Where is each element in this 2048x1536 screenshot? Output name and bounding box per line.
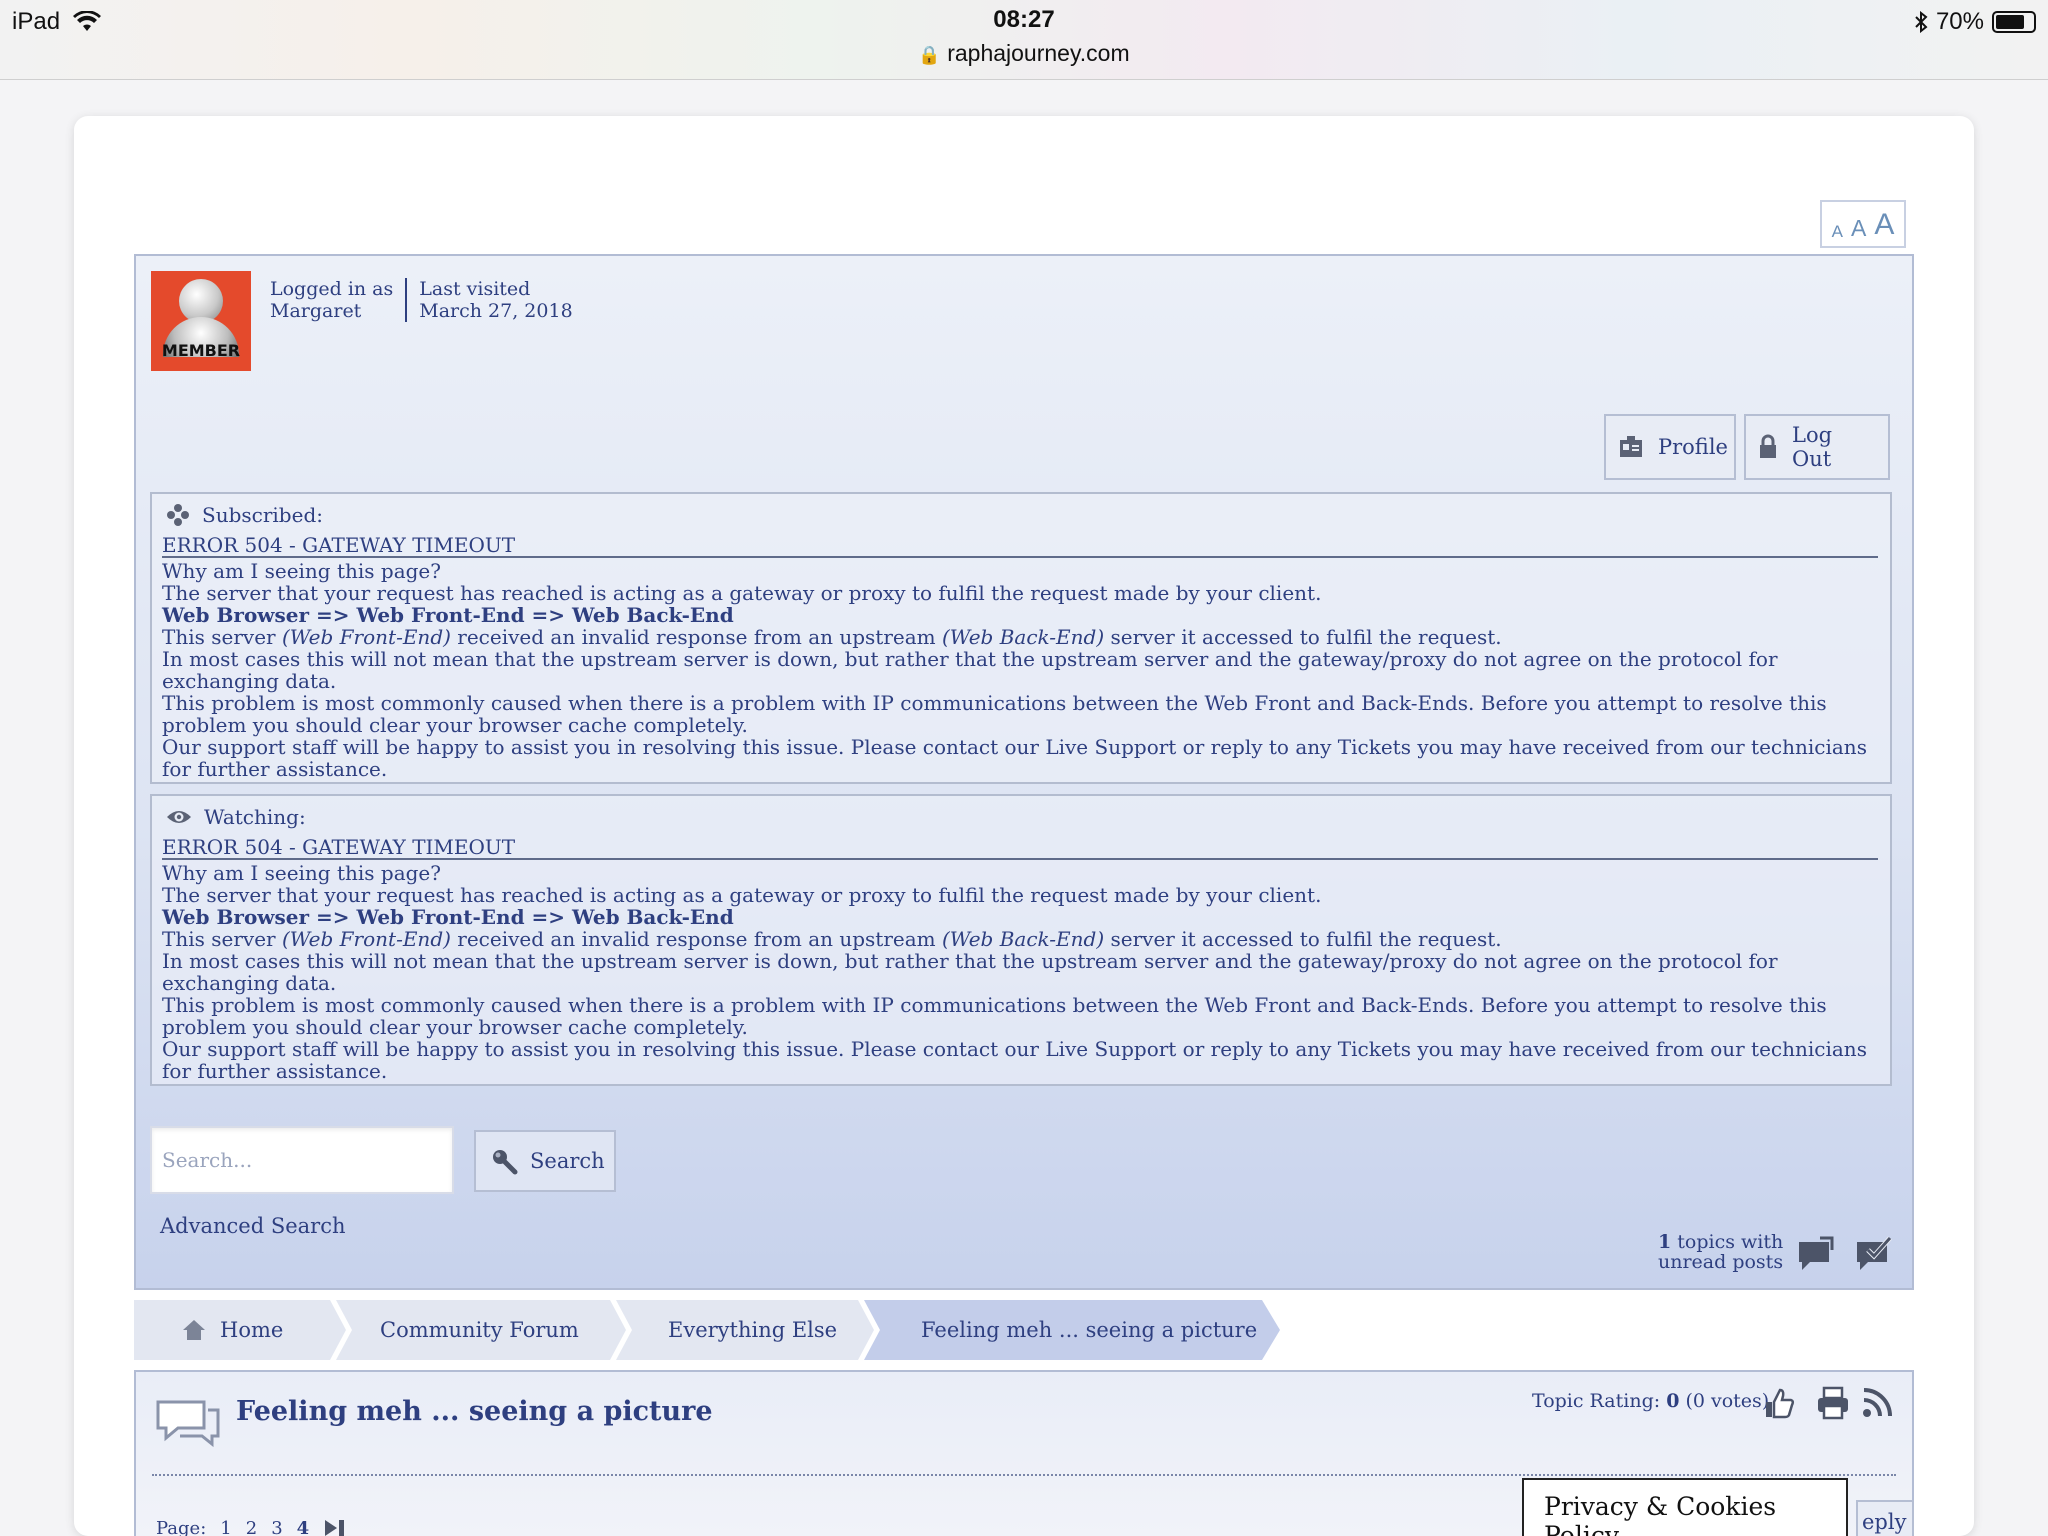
unread-topics[interactable]: 1 topics with unread posts xyxy=(1658,1232,1783,1272)
print-icon[interactable] xyxy=(1816,1386,1850,1420)
rss-feed-icon[interactable] xyxy=(1860,1386,1894,1420)
home-icon xyxy=(183,1320,205,1340)
battery-percent: 70% xyxy=(1935,8,1984,35)
clock: 08:27 xyxy=(993,6,1055,33)
notice-title[interactable]: ERROR 504 - GATEWAY TIMEOUT xyxy=(162,534,1878,558)
notice-question: Why am I seeing this page? xyxy=(162,861,441,885)
url-bar[interactable]: 🔒 raphajourney.com xyxy=(0,40,2048,67)
avatar-label: MEMBER xyxy=(161,341,241,360)
last-page-icon[interactable] xyxy=(323,1518,349,1536)
id-card-icon xyxy=(1620,436,1642,457)
notice-line: The server that your request has reached… xyxy=(162,883,1322,907)
search-button-label: Search xyxy=(530,1149,605,1173)
notice-line: This server (Web Front-End) received an … xyxy=(162,927,1502,951)
lock-icon xyxy=(1760,434,1776,458)
breadcrumb: Home Community Forum Everything Else Fee… xyxy=(134,1300,1334,1360)
page-link[interactable]: 1 xyxy=(220,1518,231,1536)
watching-label: Watching: xyxy=(204,805,306,829)
notice-line: This problem is most commonly caused whe… xyxy=(162,993,1827,1039)
page-link[interactable]: 2 xyxy=(246,1518,257,1536)
notice-flow: Web Browser => Web Front-End => Web Back… xyxy=(162,603,734,627)
profile-label: Profile xyxy=(1658,435,1728,459)
page-link[interactable]: 3 xyxy=(271,1518,282,1536)
unread-count: 1 xyxy=(1658,1231,1672,1253)
notice-title[interactable]: ERROR 504 - GATEWAY TIMEOUT xyxy=(162,836,1878,860)
topic-chat-icon xyxy=(156,1400,220,1448)
topic-title: Feeling meh ... seeing a picture xyxy=(236,1396,713,1427)
advanced-search-link[interactable]: Advanced Search xyxy=(160,1214,345,1238)
logged-in-label: Logged in as xyxy=(270,278,394,300)
search-icon xyxy=(493,1150,518,1175)
forum-header-panel: MEMBER Logged in as Margaret Last visite… xyxy=(134,254,1914,1290)
watching-notice: Watching: ERROR 504 - GATEWAY TIMEOUT Wh… xyxy=(150,794,1892,1086)
notice-question: Why am I seeing this page? xyxy=(162,559,441,583)
notice-flow: Web Browser => Web Front-End => Web Back… xyxy=(162,905,734,929)
profile-button[interactable]: Profile xyxy=(1604,414,1736,480)
notice-line: In most cases this will not mean that th… xyxy=(162,949,1778,995)
battery-icon xyxy=(1992,11,2036,33)
topic-divider xyxy=(152,1474,1896,1476)
bluetooth-icon xyxy=(1915,11,1928,33)
avatar[interactable]: MEMBER xyxy=(151,271,251,371)
font-size-control: A A A xyxy=(1820,200,1906,248)
reply-button[interactable]: eply xyxy=(1856,1500,1914,1536)
search-button[interactable]: Search xyxy=(474,1130,616,1192)
breadcrumb-everything-else[interactable]: Everything Else xyxy=(668,1300,837,1360)
username: Margaret xyxy=(270,300,362,322)
notice-line: This problem is most commonly caused whe… xyxy=(162,691,1827,737)
status-right: 70% xyxy=(1914,8,2036,36)
breadcrumb-current-topic[interactable]: Feeling meh ... seeing a picture xyxy=(921,1300,1257,1360)
last-visited-date: March 27, 2018 xyxy=(419,300,573,322)
eye-icon xyxy=(167,811,191,823)
font-size-medium[interactable]: A xyxy=(1851,217,1866,240)
notice-line: This server (Web Front-End) received an … xyxy=(162,625,1502,649)
notice-line: The server that your request has reached… xyxy=(162,581,1322,605)
subscribed-label: Subscribed: xyxy=(202,503,323,527)
pagination: Page: 1 2 3 4 xyxy=(156,1518,349,1536)
subscribed-icon xyxy=(167,504,189,526)
font-size-small[interactable]: A xyxy=(1832,223,1843,240)
status-bar: iPad 08:27 🔒 raphajourney.com 70% xyxy=(0,0,2048,80)
search-input[interactable]: Search... xyxy=(150,1126,454,1194)
notice-line: Our support staff will be happy to assis… xyxy=(162,1037,1867,1083)
breadcrumb-home[interactable]: Home xyxy=(182,1300,283,1360)
lock-icon: 🔒 xyxy=(918,45,941,65)
font-size-large[interactable]: A xyxy=(1874,210,1894,240)
mark-read-icon[interactable] xyxy=(1854,1236,1894,1276)
last-visited-label: Last visited xyxy=(419,278,531,300)
unread-posts-icon[interactable] xyxy=(1796,1236,1836,1276)
user-info: Logged in as Margaret Last visited March… xyxy=(270,278,585,322)
page-label: Page: xyxy=(156,1518,207,1536)
page-link-current[interactable]: 4 xyxy=(297,1518,310,1536)
url-text: raphajourney.com xyxy=(947,40,1130,66)
privacy-cookies-banner[interactable]: Privacy & Cookies Policy xyxy=(1522,1478,1848,1536)
topic-rating: Topic Rating: 0 (0 votes) xyxy=(1532,1390,1770,1412)
thumbs-up-icon[interactable] xyxy=(1762,1386,1796,1420)
notice-line: Our support staff will be happy to assis… xyxy=(162,735,1867,781)
logout-label: Log Out xyxy=(1792,423,1833,471)
subscribed-notice: Subscribed: ERROR 504 - GATEWAY TIMEOUT … xyxy=(150,492,1892,784)
logout-button[interactable]: Log Out xyxy=(1744,414,1890,480)
breadcrumb-community-forum[interactable]: Community Forum xyxy=(380,1300,579,1360)
notice-line: In most cases this will not mean that th… xyxy=(162,647,1778,693)
